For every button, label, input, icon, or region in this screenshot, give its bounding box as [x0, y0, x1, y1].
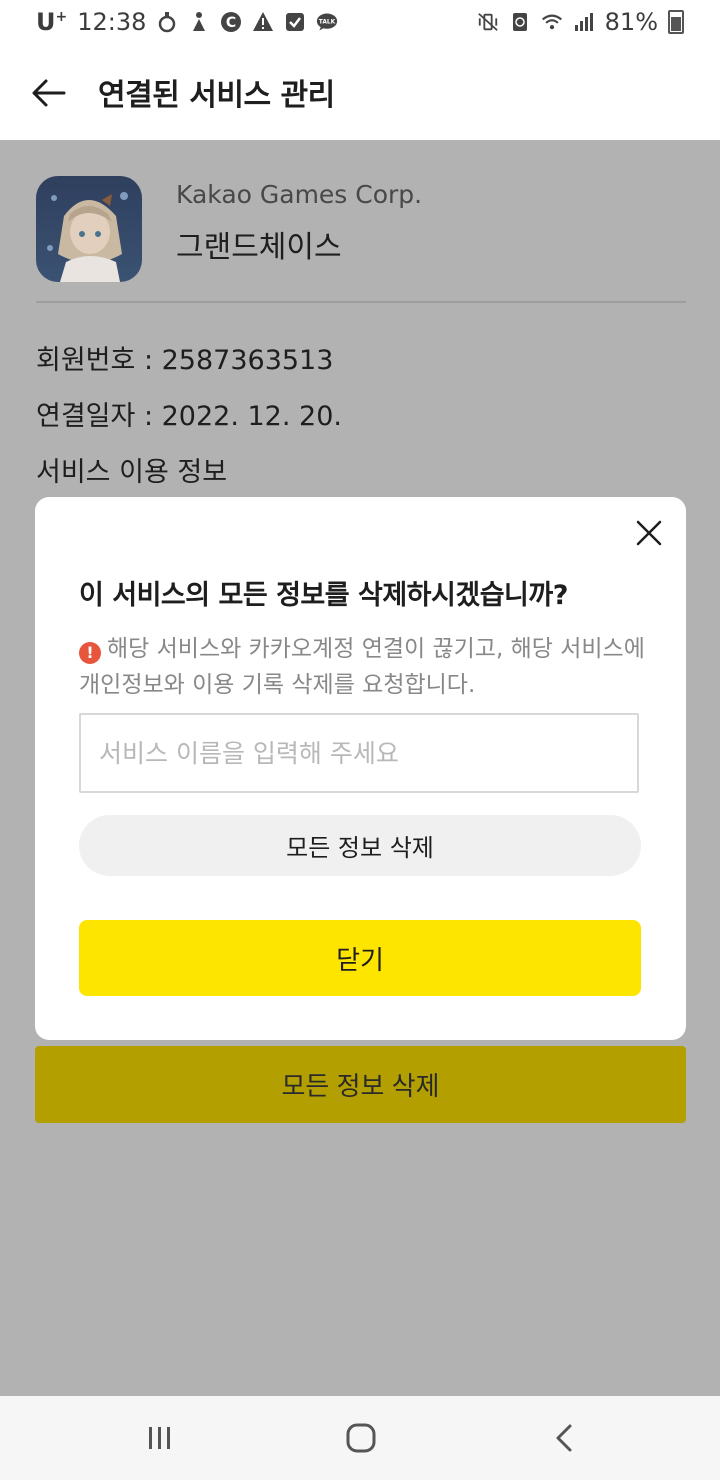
figure-icon: [188, 11, 210, 33]
recycle-icon: [509, 11, 531, 33]
arrow-left-icon: [32, 79, 66, 107]
close-button[interactable]: 닫기: [79, 920, 641, 996]
c-icon: C: [220, 11, 242, 33]
recent-apps-icon: [149, 1427, 170, 1449]
close-dialog-button[interactable]: [633, 517, 665, 549]
status-right: 81%: [477, 8, 684, 36]
back-button[interactable]: [30, 74, 68, 112]
battery-percent: 81%: [604, 8, 658, 36]
status-time: 12:38: [77, 8, 147, 36]
recent-apps-button[interactable]: [140, 1422, 180, 1454]
battery-icon: [668, 10, 684, 34]
svg-text:TALK: TALK: [319, 20, 336, 26]
wifi-icon: [541, 11, 563, 33]
home-icon: [346, 1423, 376, 1453]
svg-text:C: C: [226, 15, 236, 31]
status-left: U+ 12:38 C TALK: [36, 8, 338, 36]
app-icon: [36, 176, 142, 282]
connected-date: 연결일자 : 2022. 12. 20.: [36, 401, 342, 432]
alert-icon: !: [79, 642, 101, 664]
divider: [36, 301, 686, 303]
dialog-title: 이 서비스의 모든 정보를 삭제하시겠습니까?: [79, 580, 568, 611]
page-title: 연결된 서비스 관리: [98, 78, 335, 113]
app-header: 연결된 서비스 관리: [0, 46, 720, 140]
back-nav-button[interactable]: [544, 1422, 584, 1454]
signal-icon: [573, 11, 595, 33]
usage-info-label: 서비스 이용 정보: [36, 457, 228, 488]
warning-text: 해당 서비스와 카카오계정 연결이 끊기고, 해당 서비스에 개인정보와 이용 …: [79, 636, 645, 698]
close-icon: [636, 520, 662, 546]
talk-icon: TALK: [316, 11, 338, 33]
warning-icon: [252, 11, 274, 33]
service-name-input[interactable]: [79, 713, 639, 793]
system-nav-bar: [0, 1396, 720, 1480]
member-number: 회원번호 : 2587363513: [36, 345, 334, 376]
chevron-left-icon: [556, 1424, 572, 1452]
delete-all-info-button[interactable]: 모든 정보 삭제: [35, 1046, 686, 1123]
timer-icon: [156, 11, 178, 33]
check-icon: [284, 11, 306, 33]
carrier-label: U+: [36, 8, 68, 36]
confirm-delete-button[interactable]: 모든 정보 삭제: [79, 815, 641, 876]
status-bar: U+ 12:38 C TALK 81%: [0, 0, 720, 46]
delete-confirm-dialog: 이 서비스의 모든 정보를 삭제하시겠습니까? ! 해당 서비스와 카카오계정 연…: [35, 497, 686, 1040]
mute-vibrate-icon: [477, 11, 499, 33]
service-name: 그랜드체이스: [176, 230, 342, 265]
warning-message: ! 해당 서비스와 카카오계정 연결이 끊기고, 해당 서비스에 개인정보와 이용…: [79, 631, 649, 703]
home-button[interactable]: [341, 1422, 381, 1454]
company-name: Kakao Games Corp.: [176, 180, 423, 209]
